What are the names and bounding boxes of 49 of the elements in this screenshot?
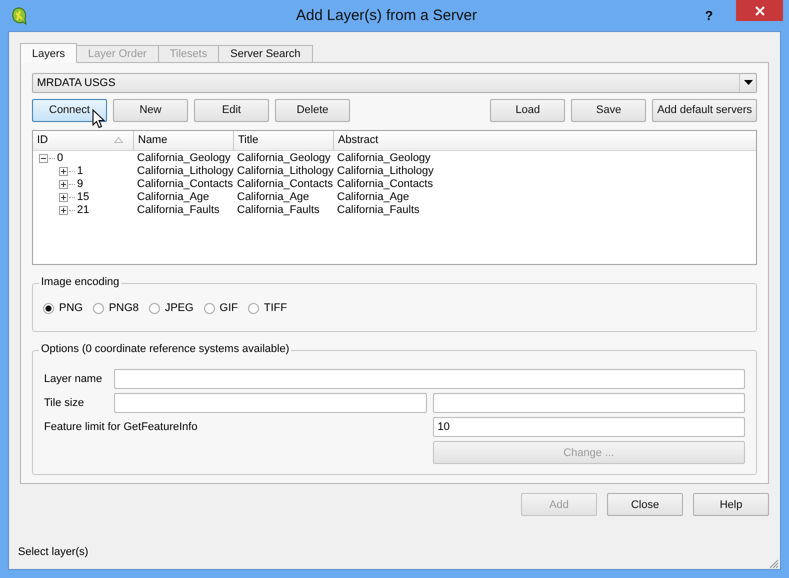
table-cell: California_Contacts — [237, 178, 333, 190]
radio-option[interactable]: GIF — [204, 302, 238, 314]
group-title: Options (0 coordinate reference systems available) — [39, 343, 292, 355]
button[interactable]: Close — [607, 493, 683, 516]
window-title: Add Layer(s) from a Server — [295, 7, 478, 24]
tab[interactable]: Layers — [20, 43, 78, 63]
table-cell: 21 — [77, 204, 90, 217]
button[interactable]: Connect — [32, 98, 107, 122]
table-cell: California_Lithology — [137, 164, 234, 177]
table-cell: California_Contacts — [137, 178, 233, 190]
table-cell: California_Contacts — [337, 178, 433, 190]
input-field[interactable]: 10 — [432, 417, 745, 437]
field-label: Feature limit for GetFeatureInfo — [44, 421, 198, 433]
status-text: Select layer(s) — [18, 546, 88, 558]
table-cell: California_Faults — [137, 204, 220, 216]
table-cell: California_Age — [137, 190, 210, 203]
table-cell: California_Lithology — [337, 164, 434, 177]
group-title: Image encoding — [39, 276, 122, 288]
help-button[interactable]: ? — [696, 6, 722, 26]
column-header[interactable]: Title — [234, 130, 334, 151]
tab[interactable]: Server Search — [218, 45, 313, 62]
button[interactable]: Delete — [275, 98, 350, 122]
table-cell: 9 — [77, 178, 84, 191]
table-cell: 0 — [57, 152, 64, 165]
radio-option[interactable]: TIFF — [248, 302, 288, 314]
button[interactable]: New — [113, 98, 188, 122]
button[interactable]: Help — [693, 493, 769, 516]
field-label: Layer name — [44, 373, 104, 385]
radio-option[interactable]: PNG8 — [92, 302, 139, 314]
table-cell: California_Geology — [237, 152, 331, 164]
table-cell: California_Geology — [337, 152, 431, 164]
button[interactable]: Add default servers — [652, 98, 757, 122]
table-cell: California_Age — [337, 190, 410, 203]
column-header[interactable]: ID — [33, 130, 134, 151]
column-header[interactable]: Name — [134, 130, 234, 151]
table-cell: California_Geology — [137, 152, 231, 164]
table-cell: California_Faults — [237, 204, 320, 216]
field-label: Tile size — [44, 397, 85, 409]
table-cell: California_Faults — [337, 204, 420, 216]
radio-option[interactable]: JPEG — [148, 302, 194, 314]
table-cell: 15 — [77, 190, 90, 204]
table-cell: California_Age — [237, 190, 310, 203]
server-dropdown[interactable]: MRDATA USGS — [32, 73, 757, 93]
table-cell: California_Lithology — [237, 164, 334, 177]
radio-option[interactable]: PNG — [43, 302, 83, 314]
table-cell: 1 — [77, 164, 84, 178]
button[interactable]: Save — [571, 98, 646, 122]
button[interactable]: Edit — [194, 98, 269, 122]
button[interactable]: Load — [490, 98, 566, 122]
